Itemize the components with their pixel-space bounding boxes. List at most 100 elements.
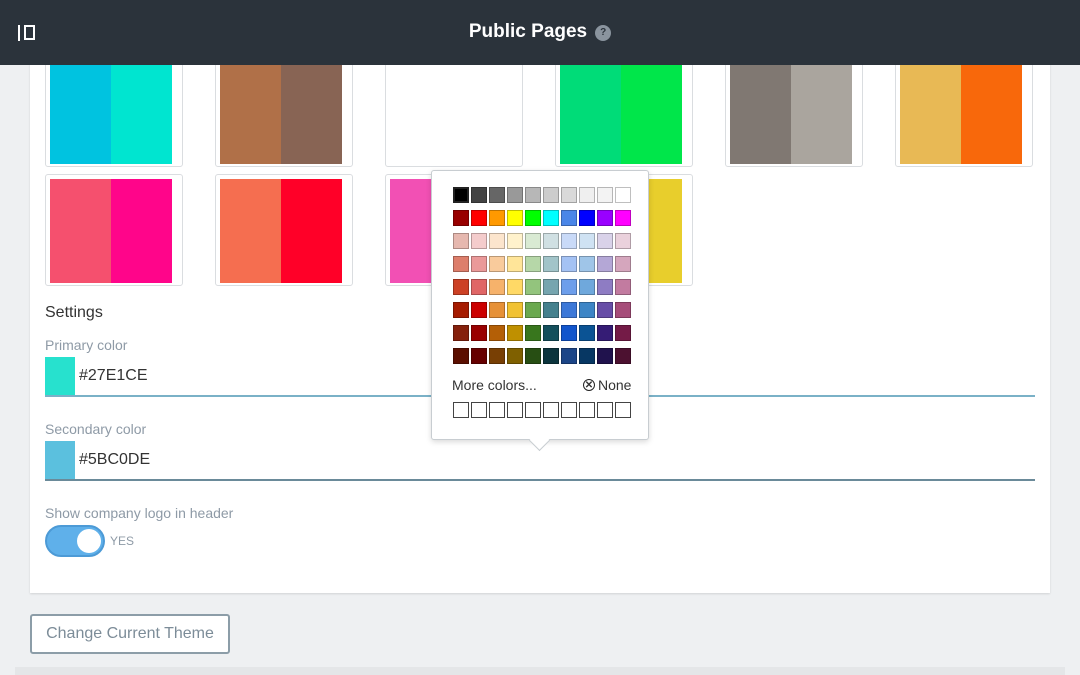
palette-swatch[interactable] bbox=[615, 279, 631, 295]
palette-swatch[interactable] bbox=[561, 233, 577, 249]
palette-swatch[interactable] bbox=[597, 210, 613, 226]
theme-option[interactable] bbox=[45, 55, 183, 167]
change-theme-button[interactable]: Change Current Theme bbox=[30, 614, 230, 654]
palette-swatch[interactable] bbox=[561, 256, 577, 272]
theme-option[interactable] bbox=[215, 174, 353, 286]
palette-swatch[interactable] bbox=[561, 348, 577, 364]
palette-swatch[interactable] bbox=[489, 348, 505, 364]
palette-swatch[interactable] bbox=[597, 302, 613, 318]
palette-swatch[interactable] bbox=[507, 325, 523, 341]
recent-color-slot[interactable] bbox=[507, 402, 523, 418]
palette-swatch[interactable] bbox=[561, 302, 577, 318]
palette-swatch[interactable] bbox=[471, 233, 487, 249]
palette-swatch[interactable] bbox=[543, 279, 559, 295]
theme-option[interactable] bbox=[215, 55, 353, 167]
palette-swatch[interactable] bbox=[615, 325, 631, 341]
palette-swatch[interactable] bbox=[543, 302, 559, 318]
palette-swatch[interactable] bbox=[453, 256, 469, 272]
palette-swatch[interactable] bbox=[579, 279, 595, 295]
primary-color-input[interactable]: #27E1CE bbox=[79, 367, 148, 385]
help-icon[interactable]: ? bbox=[595, 25, 612, 41]
logo-toggle[interactable] bbox=[45, 525, 105, 557]
palette-swatch[interactable] bbox=[489, 256, 505, 272]
palette-swatch[interactable] bbox=[453, 210, 469, 226]
theme-option[interactable] bbox=[45, 174, 183, 286]
theme-option[interactable] bbox=[895, 55, 1033, 167]
secondary-color-input[interactable]: #5BC0DE bbox=[79, 451, 150, 469]
palette-swatch[interactable] bbox=[615, 233, 631, 249]
recent-color-slot[interactable] bbox=[561, 402, 577, 418]
palette-swatch[interactable] bbox=[453, 302, 469, 318]
palette-swatch[interactable] bbox=[579, 348, 595, 364]
palette-swatch[interactable] bbox=[471, 302, 487, 318]
palette-swatch[interactable] bbox=[489, 325, 505, 341]
recent-color-slot[interactable] bbox=[579, 402, 595, 418]
palette-swatch[interactable] bbox=[543, 210, 559, 226]
palette-swatch[interactable] bbox=[453, 279, 469, 295]
palette-swatch[interactable] bbox=[525, 279, 541, 295]
recent-color-slot[interactable] bbox=[597, 402, 613, 418]
palette-swatch[interactable] bbox=[579, 187, 595, 203]
palette-swatch[interactable] bbox=[471, 256, 487, 272]
palette-swatch[interactable] bbox=[561, 210, 577, 226]
primary-color-swatch[interactable] bbox=[45, 357, 75, 396]
palette-swatch[interactable] bbox=[597, 279, 613, 295]
palette-swatch[interactable] bbox=[489, 233, 505, 249]
palette-swatch[interactable] bbox=[489, 302, 505, 318]
palette-swatch[interactable] bbox=[597, 348, 613, 364]
palette-swatch[interactable] bbox=[525, 233, 541, 249]
palette-swatch[interactable] bbox=[561, 325, 577, 341]
palette-swatch[interactable] bbox=[543, 348, 559, 364]
palette-swatch[interactable] bbox=[453, 348, 469, 364]
theme-option[interactable] bbox=[385, 55, 523, 167]
palette-swatch[interactable] bbox=[489, 279, 505, 295]
recent-color-slot[interactable] bbox=[543, 402, 559, 418]
palette-swatch[interactable] bbox=[561, 279, 577, 295]
palette-swatch[interactable] bbox=[615, 210, 631, 226]
palette-swatch[interactable] bbox=[471, 210, 487, 226]
palette-swatch[interactable] bbox=[453, 233, 469, 249]
palette-swatch[interactable] bbox=[579, 302, 595, 318]
palette-swatch[interactable] bbox=[543, 233, 559, 249]
palette-swatch[interactable] bbox=[507, 302, 523, 318]
palette-swatch[interactable] bbox=[453, 325, 469, 341]
palette-swatch[interactable] bbox=[615, 187, 631, 203]
palette-swatch[interactable] bbox=[543, 325, 559, 341]
recent-color-slot[interactable] bbox=[615, 402, 631, 418]
theme-option[interactable] bbox=[555, 55, 693, 167]
palette-swatch[interactable] bbox=[543, 187, 559, 203]
palette-swatch[interactable] bbox=[525, 302, 541, 318]
theme-option[interactable] bbox=[725, 55, 863, 167]
palette-swatch[interactable] bbox=[597, 187, 613, 203]
palette-swatch[interactable] bbox=[597, 325, 613, 341]
palette-swatch[interactable] bbox=[615, 348, 631, 364]
palette-swatch[interactable] bbox=[597, 256, 613, 272]
palette-swatch[interactable] bbox=[507, 210, 523, 226]
palette-swatch[interactable] bbox=[471, 187, 487, 203]
palette-swatch[interactable] bbox=[561, 187, 577, 203]
palette-swatch[interactable] bbox=[615, 302, 631, 318]
palette-swatch[interactable] bbox=[597, 233, 613, 249]
palette-swatch[interactable] bbox=[615, 256, 631, 272]
palette-swatch[interactable] bbox=[453, 187, 469, 203]
palette-swatch[interactable] bbox=[579, 256, 595, 272]
palette-swatch[interactable] bbox=[525, 348, 541, 364]
none-option[interactable]: ✕ None bbox=[583, 377, 631, 393]
palette-swatch[interactable] bbox=[507, 233, 523, 249]
recent-color-slot[interactable] bbox=[489, 402, 505, 418]
palette-swatch[interactable] bbox=[471, 325, 487, 341]
palette-swatch[interactable] bbox=[507, 256, 523, 272]
more-colors-link[interactable]: More colors... bbox=[452, 377, 537, 393]
recent-color-slot[interactable] bbox=[525, 402, 541, 418]
palette-swatch[interactable] bbox=[525, 256, 541, 272]
palette-swatch[interactable] bbox=[507, 187, 523, 203]
palette-swatch[interactable] bbox=[471, 279, 487, 295]
palette-swatch[interactable] bbox=[525, 325, 541, 341]
secondary-color-swatch[interactable] bbox=[45, 441, 75, 480]
palette-swatch[interactable] bbox=[579, 233, 595, 249]
recent-color-slot[interactable] bbox=[453, 402, 469, 418]
palette-swatch[interactable] bbox=[507, 348, 523, 364]
palette-swatch[interactable] bbox=[489, 187, 505, 203]
palette-swatch[interactable] bbox=[579, 325, 595, 341]
palette-swatch[interactable] bbox=[579, 210, 595, 226]
